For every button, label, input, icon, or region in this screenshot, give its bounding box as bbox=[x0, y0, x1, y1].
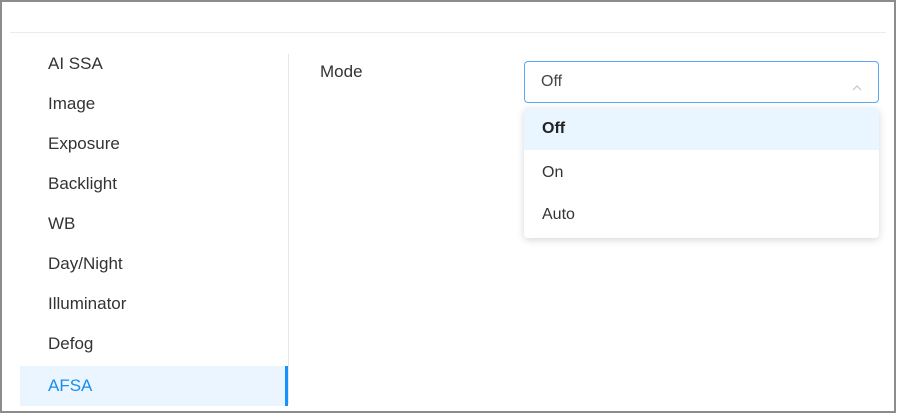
mode-select[interactable]: Off bbox=[524, 61, 879, 103]
sidebar-item-backlight[interactable]: Backlight bbox=[20, 164, 288, 204]
option-auto[interactable]: Auto bbox=[524, 194, 879, 236]
sidebar-item-image[interactable]: Image bbox=[20, 84, 288, 124]
sidebar-item-label: Exposure bbox=[48, 134, 120, 153]
sidebar-item-exposure[interactable]: Exposure bbox=[20, 124, 288, 164]
sidebar-item-label: Image bbox=[48, 94, 96, 113]
sidebar-item-label: AI SSA bbox=[48, 54, 103, 73]
sidebar: AI SSA Image Exposure Backlight WB Day/N… bbox=[20, 44, 290, 414]
sidebar-divider bbox=[288, 54, 289, 404]
sidebar-item-day-night[interactable]: Day/Night bbox=[20, 244, 288, 284]
sidebar-item-wb[interactable]: WB bbox=[20, 204, 288, 244]
sidebar-item-illuminator[interactable]: Illuminator bbox=[20, 284, 288, 324]
sidebar-item-label: WB bbox=[48, 214, 76, 233]
mode-label: Mode bbox=[320, 62, 363, 81]
sidebar-item-defog[interactable]: Defog bbox=[20, 324, 288, 364]
chevron-up-icon bbox=[852, 79, 862, 91]
sidebar-item-label: Defog bbox=[48, 334, 94, 353]
sidebar-item-label: Day/Night bbox=[48, 254, 123, 273]
sidebar-item-label: Backlight bbox=[48, 174, 117, 193]
mode-dropdown-menu: Off On Auto bbox=[524, 108, 879, 238]
top-divider bbox=[10, 32, 886, 33]
mode-select-value: Off bbox=[541, 73, 563, 90]
sidebar-item-ai-ssa[interactable]: AI SSA bbox=[20, 44, 288, 84]
sidebar-item-afsa[interactable]: AFSA bbox=[20, 366, 288, 406]
sidebar-item-label: Illuminator bbox=[48, 294, 127, 313]
option-off[interactable]: Off bbox=[524, 108, 879, 150]
option-on[interactable]: On bbox=[524, 152, 879, 194]
settings-panel: AI SSA Image Exposure Backlight WB Day/N… bbox=[0, 0, 896, 413]
sidebar-item-label: AFSA bbox=[48, 376, 93, 395]
